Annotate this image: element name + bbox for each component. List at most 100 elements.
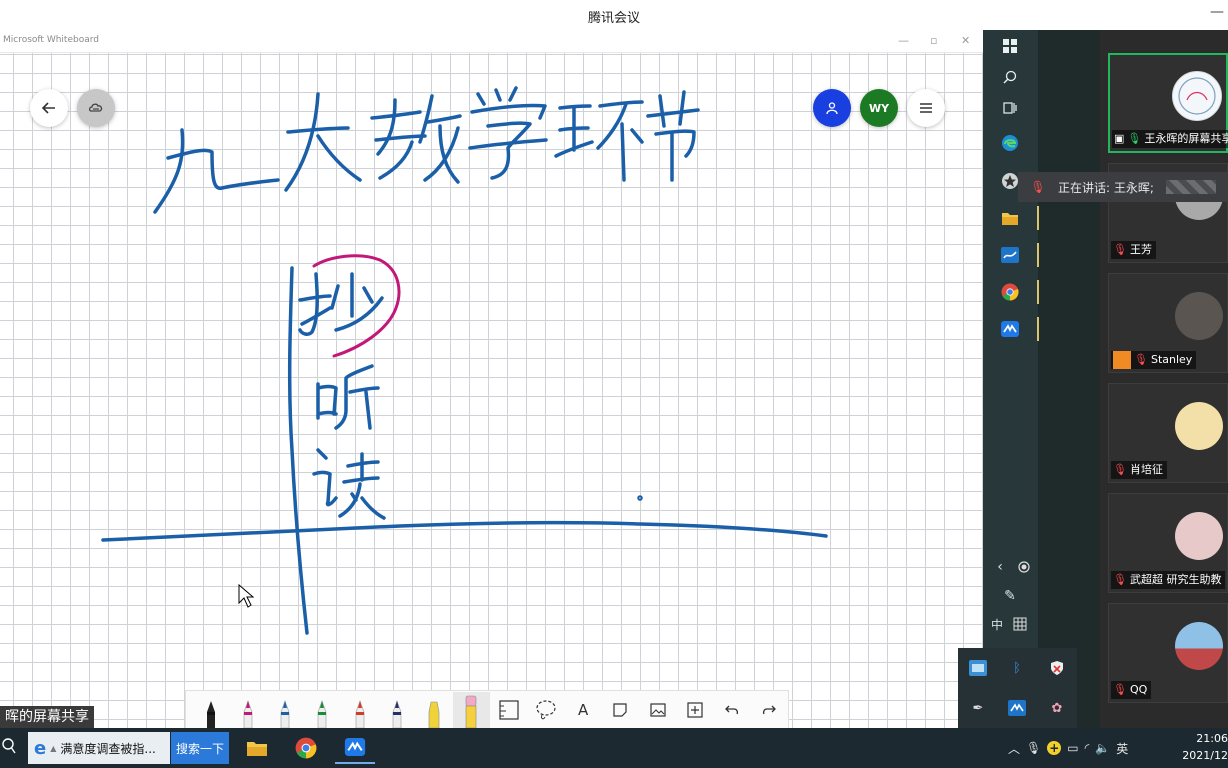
whiteboard-canvas[interactable]: Microsoft Whiteboard — ▫ ✕ WY 晖的屏幕共享 A [0,30,983,728]
running-indicator [1037,280,1039,304]
participant-name: 肖培征 [1129,463,1163,476]
chevron-up-icon[interactable]: ︿ [1008,740,1020,757]
black-pen[interactable] [192,692,229,728]
ink-stroke [153,128,185,214]
file-explorer-icon[interactable] [1000,208,1020,228]
chevron-left-icon[interactable]: ‹ [990,557,1010,577]
chrome-icon[interactable] [1000,282,1020,302]
search-icon[interactable] [2,738,16,758]
participant-label: 🎙 Stanley [1111,351,1197,369]
clock-time: 21:06 [1196,732,1228,745]
record-icon[interactable] [1014,557,1034,577]
sync-button[interactable] [77,89,115,127]
security-icon[interactable] [1047,658,1067,678]
pen-icon[interactable]: ✒ [968,698,988,718]
search-icon[interactable] [1000,67,1020,87]
clock-date: 2021/12 [1182,749,1228,762]
magenta-pen[interactable] [229,692,266,728]
app-title-bar: 腾讯会议 — [0,0,1228,30]
ink-stroke [596,100,644,182]
red-pen[interactable] [341,692,378,728]
keyboard-icon[interactable] [1010,614,1030,634]
chrome-icon[interactable] [286,732,326,764]
wifi-icon[interactable]: ◜ [1085,741,1090,755]
clock[interactable]: 21:06 2021/12 [1176,730,1228,764]
avatar [1172,71,1222,121]
mic-muted-icon: 🎙 [1134,353,1148,366]
file-explorer-icon[interactable] [237,732,277,764]
avatar [1175,402,1223,450]
ink-stroke [101,520,828,542]
image-icon[interactable] [639,692,676,728]
ime-label[interactable]: 中 [987,614,1007,634]
pen-settings-icon[interactable]: ✎ [1000,586,1020,606]
ink-stroke [418,94,462,184]
search-icon: ▲ [50,743,57,753]
network-tool-icon[interactable] [968,658,988,678]
microphone-icon[interactable]: 🎙 [1026,741,1041,755]
participant-tile[interactable]: 🎙 武超超 研究生助教 [1108,493,1228,593]
yellow-highlighter[interactable] [416,692,453,728]
green-pen[interactable] [304,692,341,728]
people-button[interactable] [813,89,851,127]
bluetooth-icon[interactable]: ᛒ [1007,658,1027,678]
edge-icon[interactable] [1000,133,1020,153]
windows-icon[interactable] [1000,36,1020,56]
ime-indicator[interactable]: 英 [1116,740,1128,757]
participant-tile[interactable]: ▣ 🎙 王永晖的屏幕共享 [1108,53,1228,153]
menu-button[interactable] [907,89,945,127]
ink-layer [101,86,828,635]
back-button[interactable] [30,89,68,127]
tencent-meeting-icon[interactable] [335,732,375,764]
participant-label: 🎙 武超超 研究生助教 [1111,571,1226,589]
text-icon[interactable]: A [565,692,602,728]
ie-task-label: 满意度调查被指... [60,741,156,756]
add-icon[interactable]: + [1047,741,1062,755]
ink-stroke [284,92,320,192]
whiteboard-tray-icon[interactable] [1007,698,1027,718]
blue-pen[interactable] [267,692,304,728]
redo-icon[interactable] [751,692,788,728]
sticky-note-icon[interactable] [602,692,639,728]
whiteboard-icon[interactable] [1000,245,1020,265]
audio-wave-icon [1165,180,1216,194]
navy-pen[interactable] [378,692,415,728]
eraser[interactable] [452,692,490,728]
ink-stroke [370,98,427,180]
lasso-icon[interactable] [527,692,564,728]
task-view-icon[interactable] [1000,98,1020,118]
ink-circle [312,254,401,358]
participant-tile[interactable]: 🎙 QQ [1108,603,1228,703]
avatar [1175,512,1223,560]
participant-tile[interactable]: 🎙 Stanley [1108,273,1228,373]
minimize-icon[interactable]: — [1210,4,1224,20]
speaking-text: 正在讲话: 王永晖; [1058,180,1154,195]
volume-icon[interactable]: 🔈 [1095,741,1110,755]
tencent-meeting-icon[interactable] [1000,319,1020,339]
screen-share-label: 晖的屏幕共享 [0,706,94,728]
participant-name: QQ [1129,683,1148,696]
participant-tile[interactable]: 🎙 肖培征 [1108,383,1228,483]
ink-stroke [334,364,380,430]
user-avatar[interactable]: WY [860,89,898,127]
mouse-cursor [238,583,255,608]
flower-icon[interactable]: ✿ [1047,698,1067,718]
ruler-icon[interactable] [490,692,527,728]
ink-stroke [554,104,594,158]
app-title: 腾讯会议 [587,11,640,26]
search-button[interactable]: 搜索一下 [171,732,229,764]
battery-icon[interactable]: ▭ [1067,741,1078,755]
mic-muted-icon: 🎙 [1030,180,1046,194]
speaking-indicator: 🎙 正在讲话: 王永晖; [1018,172,1228,202]
participant-label: 🎙 王芳 [1111,241,1156,259]
ink-stroke [330,272,384,332]
ink-stroke [312,448,338,507]
ie-icon: e [34,737,47,759]
mic-muted-icon: 🎙 [1113,463,1127,476]
star-icon[interactable] [1000,171,1020,191]
ie-task-button[interactable]: e ▲ 满意度调查被指... [28,732,170,764]
insert-icon[interactable] [676,692,713,728]
screen-share-icon: ▣ [1114,132,1125,145]
avatar [1175,292,1223,340]
undo-icon[interactable] [714,692,751,728]
